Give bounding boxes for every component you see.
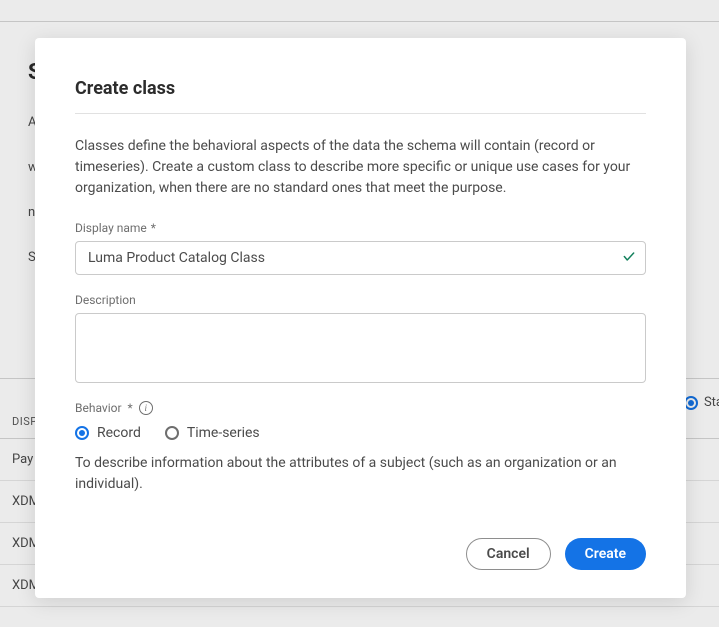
behavior-label: Behavior * i [75, 401, 646, 415]
checkmark-icon [622, 249, 636, 268]
info-icon[interactable]: i [139, 401, 153, 415]
required-asterisk-icon: * [151, 221, 156, 235]
radio-unselected-icon [165, 426, 179, 440]
cancel-button[interactable]: Cancel [466, 538, 551, 570]
create-class-dialog: Create class Classes define the behavior… [35, 38, 686, 598]
radio-record[interactable]: Record [75, 425, 141, 441]
radio-time-series[interactable]: Time-series [165, 425, 260, 441]
display-name-field-wrap [75, 241, 646, 275]
display-name-label: Display name * [75, 221, 646, 235]
dialog-footer: Cancel Create [75, 538, 646, 570]
dialog-description: Classes define the behavioral aspects of… [75, 136, 646, 199]
radio-label: Time-series [187, 425, 260, 441]
radio-label: Record [97, 425, 141, 441]
label-text: Behavior [75, 401, 122, 415]
required-asterisk-icon: * [128, 401, 133, 415]
dialog-title: Create class [75, 78, 646, 114]
behavior-help-text: To describe information about the attrib… [75, 453, 646, 495]
radio-selected-icon [75, 426, 89, 440]
label-text: Display name [75, 221, 147, 235]
create-button[interactable]: Create [565, 538, 646, 570]
display-name-input[interactable] [75, 241, 646, 275]
behavior-radio-group: Record Time-series [75, 425, 646, 441]
description-input[interactable] [75, 313, 646, 383]
description-label: Description [75, 293, 646, 307]
label-text: Description [75, 293, 136, 307]
